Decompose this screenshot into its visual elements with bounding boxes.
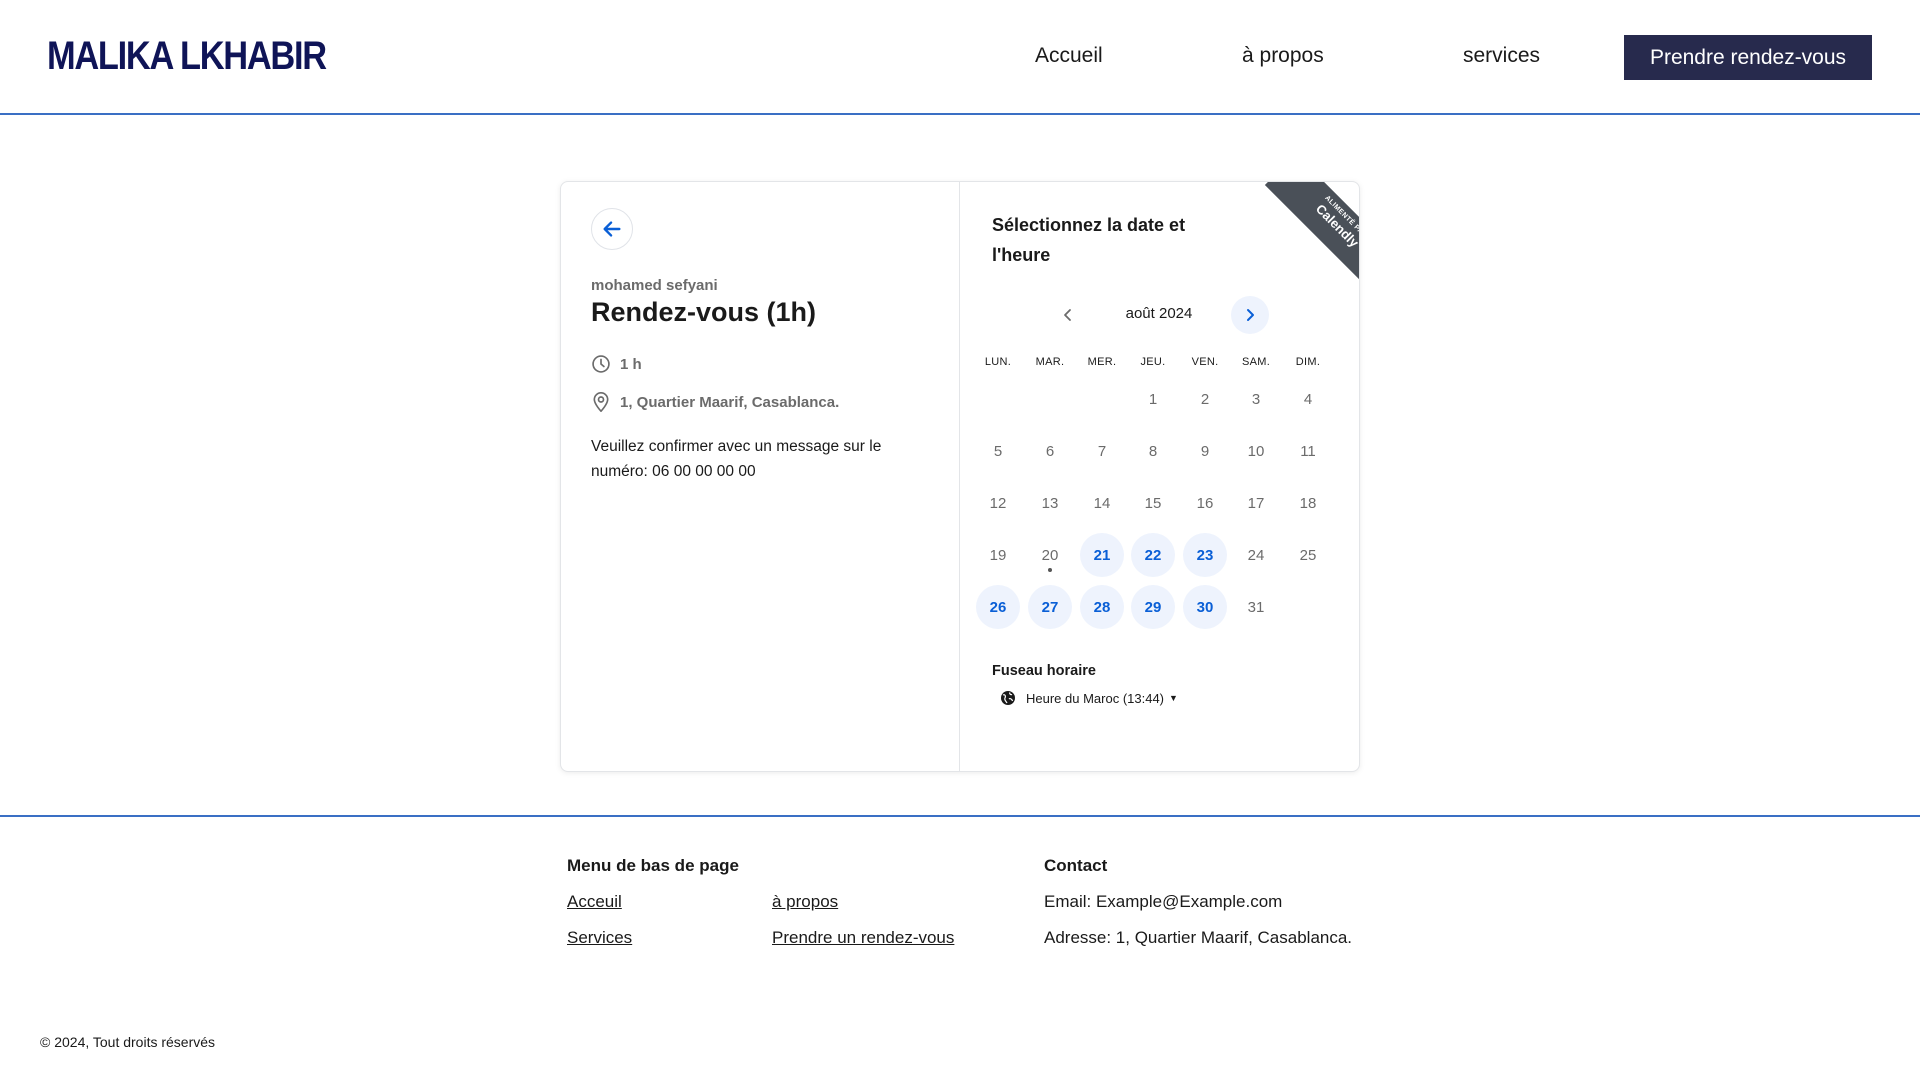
weekday-label: JEU. <box>1140 356 1166 368</box>
footer-link-services[interactable]: Services <box>567 928 632 948</box>
date-cell: 2 <box>1200 390 1210 408</box>
book-appointment-button[interactable]: Prendre rendez-vous <box>1624 35 1872 80</box>
date-picker-panel: Sélectionnez la date et l'heure ALIMENTÉ… <box>960 182 1359 771</box>
footer-divider <box>0 815 1920 817</box>
calendly-ribbon: ALIMENTÉ PAR Calendly <box>1264 182 1359 292</box>
date-cell: 8 <box>1148 442 1158 460</box>
date-cell: 15 <box>1144 494 1162 512</box>
location-text: 1, Quartier Maarif, Casablanca. <box>620 393 840 411</box>
date-cell: 17 <box>1247 494 1265 512</box>
timezone-title: Fuseau horaire <box>992 663 1096 679</box>
weekday-label: MER. <box>1087 356 1117 368</box>
event-duration: 1 h <box>591 354 642 374</box>
available-date[interactable]: 29 <box>1131 585 1175 629</box>
date-cell: 3 <box>1251 390 1261 408</box>
date-cell: 20 <box>1028 533 1072 577</box>
booking-widget: mohamed sefyani Rendez-vous (1h) 1 h 1, … <box>560 181 1360 772</box>
date-cell: 18 <box>1299 494 1317 512</box>
copyright-text: © 2024, Tout droits réservés <box>40 1034 216 1050</box>
footer-menu-title: Menu de bas de page <box>567 856 739 875</box>
brand-logo[interactable]: MALIKA LKHABIR <box>47 34 327 79</box>
nav-link-services[interactable]: services <box>1463 44 1540 68</box>
date-cell: 11 <box>1300 442 1316 460</box>
timezone-select[interactable]: Heure du Maroc (13:44) ▼ <box>1000 690 1178 706</box>
current-month: août 2024 <box>1125 305 1193 322</box>
weekday-label: MAR. <box>1035 356 1065 368</box>
available-date[interactable]: 30 <box>1183 585 1227 629</box>
date-cell: 24 <box>1247 546 1265 564</box>
available-date[interactable]: 27 <box>1028 585 1072 629</box>
duration-text: 1 h <box>620 355 642 373</box>
date-cell: 31 <box>1247 598 1265 616</box>
chevron-left-icon <box>1064 309 1071 321</box>
weekday-label: DIM. <box>1295 356 1321 368</box>
nav-link-accueil[interactable]: Accueil <box>1035 44 1103 68</box>
back-arrow-icon <box>603 221 621 237</box>
available-date[interactable]: 26 <box>976 585 1020 629</box>
timezone-value: Heure du Maroc (13:44) <box>1026 690 1165 706</box>
back-button[interactable] <box>591 208 633 250</box>
date-cell: 6 <box>1045 442 1055 460</box>
clock-icon <box>592 355 610 373</box>
caret-down-icon: ▼ <box>1169 693 1178 703</box>
date-cell: 1 <box>1148 390 1158 408</box>
footer-email: Email: Example@Example.com <box>1044 892 1283 911</box>
event-description: Veuillez confirmer avec un message sur l… <box>591 438 882 480</box>
date-cell: 5 <box>993 442 1003 460</box>
date-picker-title: Sélectionnez la date et l'heure <box>992 215 1186 265</box>
powered-by-calendly-badge[interactable]: ALIMENTÉ PAR Calendly <box>1249 182 1359 292</box>
date-cell: 4 <box>1303 390 1313 408</box>
footer-link-book[interactable]: Prendre un rendez-vous <box>772 928 954 948</box>
chevron-right-icon <box>1247 309 1254 321</box>
footer-link-a-propos[interactable]: à propos <box>772 892 838 912</box>
footer-contact-title: Contact <box>1044 856 1108 875</box>
date-cell: 9 <box>1200 442 1210 460</box>
available-date[interactable]: 28 <box>1080 585 1124 629</box>
date-cell: 19 <box>989 546 1007 564</box>
available-date[interactable]: 22 <box>1131 533 1175 577</box>
date-cell: 16 <box>1196 494 1214 512</box>
ribbon-brand: Calendly <box>1312 201 1359 251</box>
weekday-label: SAM. <box>1241 356 1271 368</box>
footer-address: Adresse: 1, Quartier Maarif, Casablanca. <box>1044 928 1353 947</box>
date-cell: 25 <box>1299 546 1317 564</box>
date-cell: 14 <box>1093 494 1111 512</box>
footer-link-acceuil[interactable]: Acceuil <box>567 892 622 912</box>
event-title: Rendez-vous (1h) <box>591 297 817 327</box>
weekday-label: VEN. <box>1191 356 1219 368</box>
month-navigation: août 2024 <box>960 295 1359 335</box>
available-date[interactable]: 21 <box>1080 533 1124 577</box>
nav-link-a-propos[interactable]: à propos <box>1242 44 1324 68</box>
weekday-label: LUN. <box>984 356 1012 368</box>
today-indicator <box>1048 568 1052 572</box>
next-month-button[interactable] <box>1231 296 1269 334</box>
available-date[interactable]: 23 <box>1183 533 1227 577</box>
date-cell: 7 <box>1097 442 1107 460</box>
date-cell: 12 <box>989 494 1007 512</box>
location-pin-icon <box>593 392 609 412</box>
event-location: 1, Quartier Maarif, Casablanca. <box>591 391 839 413</box>
date-cell: 10 <box>1247 442 1265 460</box>
site-header: MALIKA LKHABIR Accueil à propos services… <box>0 0 1920 115</box>
organizer-name: mohamed sefyani <box>591 277 718 294</box>
globe-icon <box>1001 691 1015 705</box>
date-cell: 13 <box>1041 494 1059 512</box>
